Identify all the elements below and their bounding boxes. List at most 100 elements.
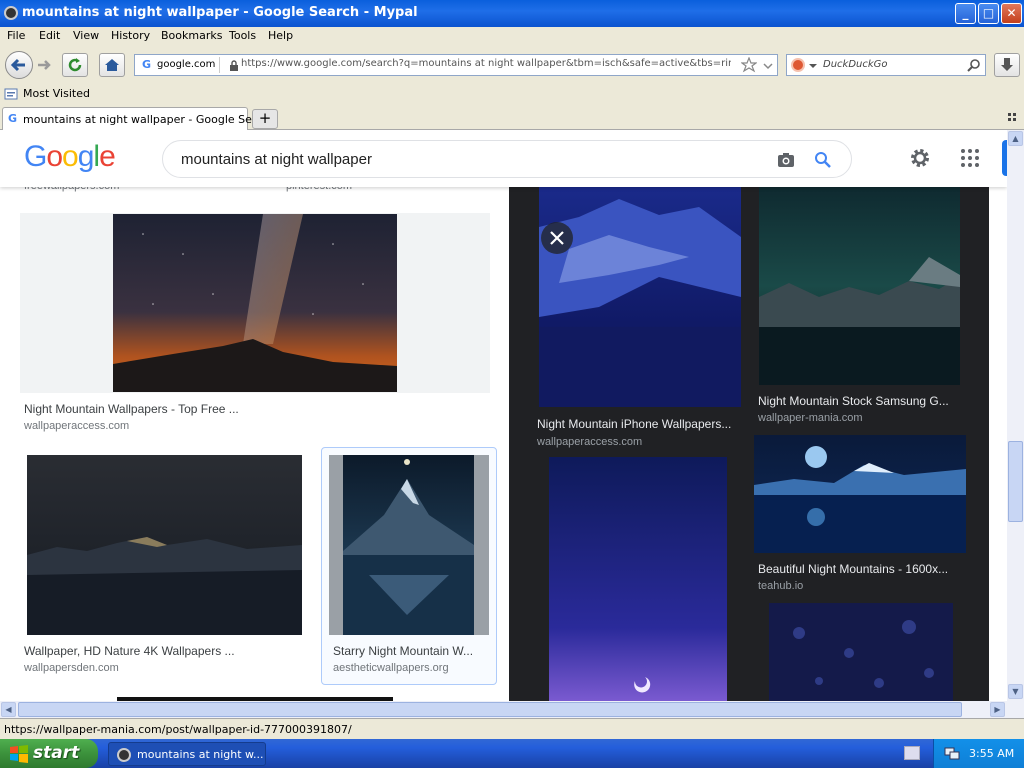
vertical-scroll-thumb[interactable] [1008, 441, 1023, 522]
logo-letter: o [46, 140, 63, 173]
google-logo[interactable]: Google [24, 140, 116, 174]
taskbar-item-mypal[interactable]: mountains at night w... [108, 742, 266, 766]
navigation-toolbar: G google.com https://www.google.com/sear… [0, 46, 1024, 84]
back-button[interactable] [5, 51, 33, 79]
bookmark-star-icon[interactable] [741, 57, 757, 73]
sign-in-button[interactable] [1002, 140, 1007, 176]
windows-taskbar: start mountains at night w... 3:55 AM [0, 739, 1024, 768]
result-image-milky-way[interactable] [113, 214, 397, 392]
google-logo-letters: Google [24, 140, 116, 173]
tab-list-icon[interactable] [1008, 112, 1018, 122]
google-search-box[interactable]: mountains at night wallpaper [162, 140, 852, 178]
windows-logo-icon [10, 745, 28, 763]
preview-image-blue-mountain[interactable] [539, 187, 741, 407]
new-tab-button[interactable]: + [252, 109, 278, 129]
scroll-right-arrow[interactable]: ▶ [990, 702, 1005, 717]
url-text[interactable]: https://www.google.com/search?q=mountain… [241, 58, 731, 69]
url-dropdown-icon[interactable] [763, 61, 773, 71]
result-title[interactable]: Starry Night Mountain W... [333, 644, 483, 658]
menu-edit[interactable]: Edit [39, 29, 60, 42]
preview-source[interactable]: wallpaperaccess.com [537, 436, 642, 448]
scroll-up-arrow[interactable]: ▲ [1008, 131, 1023, 146]
close-button[interactable]: ✕ [1001, 3, 1022, 24]
result-source[interactable]: wallpapersden.com [24, 662, 119, 674]
forward-button[interactable] [34, 55, 54, 75]
home-icon [105, 59, 119, 71]
menu-bookmarks[interactable]: Bookmarks [161, 29, 222, 42]
menu-history[interactable]: History [111, 29, 150, 42]
search-icon[interactable] [814, 151, 832, 169]
downloads-button[interactable] [994, 53, 1020, 77]
result-source[interactable]: aestheticwallpapers.org [333, 662, 449, 674]
site-identity-label: google.com [157, 59, 216, 70]
search-engine-box[interactable]: DuckDuckGo [786, 54, 986, 76]
results-grid-left: freewallpapers.com pinterest.com [0, 180, 509, 701]
preview-title[interactable]: Night Mountain iPhone Wallpapers... [537, 417, 745, 431]
google-header: Google mountains at night wallpaper [0, 130, 1007, 187]
maximize-button[interactable]: □ [978, 3, 999, 24]
mypal-app-icon [117, 748, 131, 762]
duckduckgo-icon [791, 58, 805, 72]
search-engine-placeholder: DuckDuckGo [823, 59, 888, 70]
most-visited-bookmark[interactable]: Most Visited [23, 87, 90, 100]
forward-arrow-icon [38, 60, 51, 70]
result-title[interactable]: Night Mountain Wallpapers - Top Free ... [24, 402, 264, 416]
menu-help[interactable]: Help [268, 29, 293, 42]
menu-tools[interactable]: Tools [229, 29, 256, 42]
result-image-dark-range[interactable] [27, 455, 302, 635]
menu-bar: File Edit View History Bookmarks Tools H… [0, 27, 1024, 46]
preview-title[interactable]: Beautiful Night Mountains - 1600x... [758, 562, 964, 576]
google-favicon-icon: G [8, 112, 18, 125]
clock[interactable]: 3:55 AM [969, 747, 1014, 760]
mypal-app-icon [4, 6, 18, 20]
reload-icon [68, 58, 82, 72]
keyboard-tray-icon[interactable] [904, 746, 920, 760]
result-title[interactable]: Wallpaper, HD Nature 4K Wallpapers ... [24, 644, 244, 658]
address-bar[interactable]: G google.com https://www.google.com/sear… [134, 54, 778, 76]
result-image-starry-peak[interactable] [329, 455, 489, 635]
preview-source[interactable]: wallpaper-mania.com [758, 412, 863, 424]
horizontal-scrollbar[interactable]: ◀ ▶ [0, 701, 1024, 718]
preview-image-bokeh[interactable] [769, 603, 953, 701]
logo-letter: G [24, 140, 47, 173]
home-button[interactable] [99, 53, 125, 77]
engine-dropdown-icon[interactable] [809, 62, 817, 70]
vertical-scrollbar[interactable]: ▲ ▼ [1007, 130, 1024, 701]
lock-icon [230, 60, 239, 71]
browser-window: mountains at night wallpaper - Google Se… [0, 0, 1024, 768]
start-label: start [33, 743, 80, 763]
close-preview-button[interactable] [541, 222, 573, 254]
search-go-icon[interactable] [967, 58, 981, 72]
preview-image-aurora-lake[interactable] [759, 187, 960, 385]
window-title: mountains at night wallpaper - Google Se… [22, 5, 418, 20]
preview-image-moon-sky[interactable] [549, 457, 727, 701]
result-source[interactable]: wallpaperaccess.com [24, 420, 129, 432]
scroll-left-arrow[interactable]: ◀ [1, 702, 16, 717]
title-bar[interactable]: mountains at night wallpaper - Google Se… [0, 0, 1024, 27]
most-visited-folder-icon [4, 88, 18, 100]
page-content: Google mountains at night wallpaper free… [0, 130, 1007, 701]
reload-button[interactable] [62, 53, 88, 77]
horizontal-scroll-thumb[interactable] [18, 702, 962, 717]
start-button[interactable]: start [0, 739, 98, 768]
system-tray: 3:55 AM [933, 739, 1024, 768]
minimize-button[interactable]: _ [955, 3, 976, 24]
settings-gear-icon[interactable] [908, 146, 932, 170]
site-identity[interactable]: G google.com [137, 57, 239, 73]
preview-source[interactable]: teahub.io [758, 580, 803, 592]
camera-search-icon[interactable] [776, 151, 796, 169]
tab-google-search[interactable]: G mountains at night wallpaper - Google … [2, 107, 276, 130]
preview-pane: Night Mountain iPhone Wallpapers... wall… [509, 187, 989, 701]
status-link-text: https://wallpaper-mania.com/post/wallpap… [4, 723, 352, 736]
logo-letter: o [62, 140, 79, 173]
network-icon[interactable] [944, 745, 960, 761]
status-bar: https://wallpaper-mania.com/post/wallpap… [0, 718, 1024, 739]
menu-file[interactable]: File [7, 29, 25, 42]
search-query[interactable]: mountains at night wallpaper [181, 151, 372, 168]
preview-image-moon-lake[interactable] [754, 435, 966, 553]
menu-view[interactable]: View [73, 29, 99, 42]
scroll-down-arrow[interactable]: ▼ [1008, 684, 1023, 699]
logo-letter: g [77, 140, 95, 173]
preview-title[interactable]: Night Mountain Stock Samsung G... [758, 394, 962, 408]
apps-grid-icon[interactable] [960, 148, 980, 168]
